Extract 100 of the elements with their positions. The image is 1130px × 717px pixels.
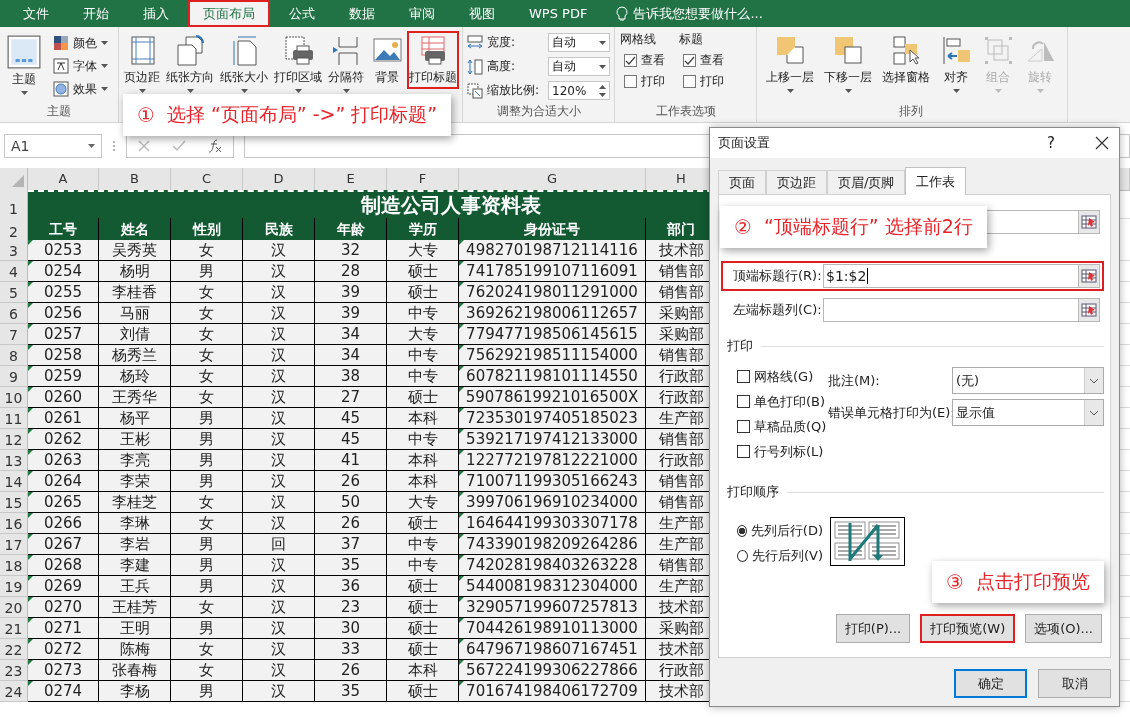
ribbon-button[interactable]: 上移一层	[763, 31, 817, 96]
dialog-button[interactable]: 选项(O)...	[1025, 614, 1102, 643]
range-select-button[interactable]	[1079, 264, 1100, 288]
theme-option-button[interactable]: 颜色	[53, 33, 108, 53]
ribbon-button[interactable]: 打印标题	[407, 31, 459, 89]
comments-dropdown[interactable]: (无)	[952, 367, 1104, 394]
ribbon-tab[interactable]: 公式	[274, 0, 330, 27]
ribbon-button[interactable]: 纸张方向	[164, 31, 217, 96]
dialog-button[interactable]: 打印预览(W)	[920, 614, 1016, 643]
ribbon-field[interactable]: 自动	[548, 33, 610, 52]
dialog-button[interactable]: 确定	[954, 669, 1027, 698]
ribbon-tab[interactable]: 文件	[8, 0, 64, 27]
row-number[interactable]: 16	[0, 513, 28, 534]
dialog-tab[interactable]: 工作表	[905, 167, 967, 195]
checkmark-icon	[625, 55, 636, 66]
ribbon-tab[interactable]: 数据	[334, 0, 390, 27]
option-heading: 网格线	[620, 31, 657, 48]
row-number[interactable]: 22	[0, 639, 28, 660]
row-number[interactable]: 11	[0, 408, 28, 429]
radio-button[interactable]: 先列后行(D)	[737, 521, 823, 540]
table-cell: 中专	[387, 345, 459, 366]
checkbox[interactable]: 查看	[683, 52, 724, 69]
radio-button[interactable]: 先行后列(V)	[737, 546, 823, 565]
checkbox[interactable]: 网格线(G)	[737, 367, 828, 386]
table-cell: 硕士	[387, 576, 459, 597]
row-number[interactable]: 21	[0, 618, 28, 639]
ribbon-field[interactable]: 120%	[548, 81, 610, 100]
row-number[interactable]: 18	[0, 555, 28, 576]
table-cell: 本科	[387, 660, 459, 681]
ribbon-tab[interactable]: 视图	[454, 0, 510, 27]
row-number[interactable]: 10	[0, 387, 28, 408]
dialog-tab[interactable]: 页边距	[766, 170, 827, 194]
ribbon-tab[interactable]: WPS PDF	[514, 0, 603, 27]
range-select-button[interactable]	[1079, 210, 1100, 234]
row-number[interactable]: 23	[0, 660, 28, 681]
check-icon[interactable]	[172, 139, 186, 152]
table-cell: 0271	[28, 618, 99, 639]
column-title: 民族	[243, 218, 315, 242]
height-icon	[466, 57, 484, 76]
table-cell: 26	[315, 471, 387, 492]
row-number[interactable]: 12	[0, 429, 28, 450]
row-number[interactable]: 2	[0, 218, 28, 242]
row-number[interactable]: 19	[0, 576, 28, 597]
checkbox[interactable]: 草稿品质(Q)	[737, 417, 828, 436]
row-number[interactable]: 15	[0, 492, 28, 513]
row-number[interactable]: 14	[0, 471, 28, 492]
row-number[interactable]: 6	[0, 303, 28, 324]
row-number[interactable]: 24	[0, 681, 28, 702]
themes-button[interactable]: 主题	[3, 31, 45, 98]
step-number: ①	[137, 103, 155, 127]
ribbon-button[interactable]: 页边距	[122, 31, 163, 96]
dialog-tab[interactable]: 页眉/页脚	[827, 170, 906, 194]
ribbon-tab[interactable]: 审阅	[394, 0, 450, 27]
dialog-button[interactable]: 打印(P)...	[835, 614, 911, 643]
checkbox[interactable]: 打印	[683, 73, 724, 90]
cell-errors-dropdown[interactable]: 显示值	[952, 399, 1104, 426]
tell-me-search[interactable]: 告诉我您想要做什么...	[633, 4, 763, 23]
function-icon[interactable]	[208, 138, 222, 153]
close-icon[interactable]	[1095, 136, 1109, 150]
field-label: 宽度:	[487, 34, 517, 51]
row-number[interactable]: 17	[0, 534, 28, 555]
theme-option-button[interactable]: 字体	[53, 56, 108, 76]
range-select-button[interactable]	[1079, 298, 1100, 322]
row-number[interactable]: 1	[0, 190, 28, 219]
ribbon-button[interactable]: 背景	[368, 31, 406, 89]
ribbon-button[interactable]: 下移一层	[821, 31, 875, 96]
ribbon-tab[interactable]: 插入	[128, 0, 184, 27]
ribbon-tab[interactable]: 开始	[68, 0, 124, 27]
dialog-tab[interactable]: 页面	[718, 170, 766, 194]
rows-to-repeat-field[interactable]: $1:$2	[823, 264, 1079, 288]
row-number[interactable]: 13	[0, 450, 28, 471]
table-cell: 0264	[28, 471, 99, 492]
row-number[interactable]: 5	[0, 282, 28, 303]
name-box[interactable]: A1	[4, 133, 102, 158]
ribbon-button[interactable]: 纸张大小	[218, 31, 271, 96]
table-cell: 汉	[243, 618, 315, 639]
table-cell: 汉	[243, 576, 315, 597]
row-number[interactable]: 8	[0, 345, 28, 366]
help-button[interactable]: ?	[1047, 134, 1055, 152]
columns-to-repeat-field[interactable]	[823, 298, 1079, 322]
ribbon-button[interactable]: 分隔符	[326, 31, 367, 96]
ribbon-button[interactable]: 对齐	[937, 31, 975, 96]
row-number[interactable]: 9	[0, 366, 28, 387]
table-cell: 50	[315, 492, 387, 513]
checkbox[interactable]: 查看	[624, 52, 665, 69]
table-cell: 汉	[243, 387, 315, 408]
checkbox[interactable]: 单色打印(B)	[737, 392, 828, 411]
checkbox[interactable]: 行号列标(L)	[737, 442, 828, 461]
theme-option-button[interactable]: 效果	[53, 79, 108, 99]
row-number[interactable]: 20	[0, 597, 28, 618]
ribbon-button[interactable]: 选择窗格	[879, 31, 933, 89]
ribbon-tab[interactable]: 页面布局	[188, 0, 270, 27]
row-number[interactable]: 3	[0, 240, 28, 261]
row-number[interactable]: 4	[0, 261, 28, 282]
caret-icon	[786, 89, 794, 93]
checkbox[interactable]: 打印	[624, 73, 665, 90]
row-number[interactable]: 7	[0, 324, 28, 345]
table-cell: 汉	[243, 345, 315, 366]
dialog-button[interactable]: 取消	[1038, 669, 1111, 698]
ribbon-field[interactable]: 自动	[548, 57, 610, 76]
